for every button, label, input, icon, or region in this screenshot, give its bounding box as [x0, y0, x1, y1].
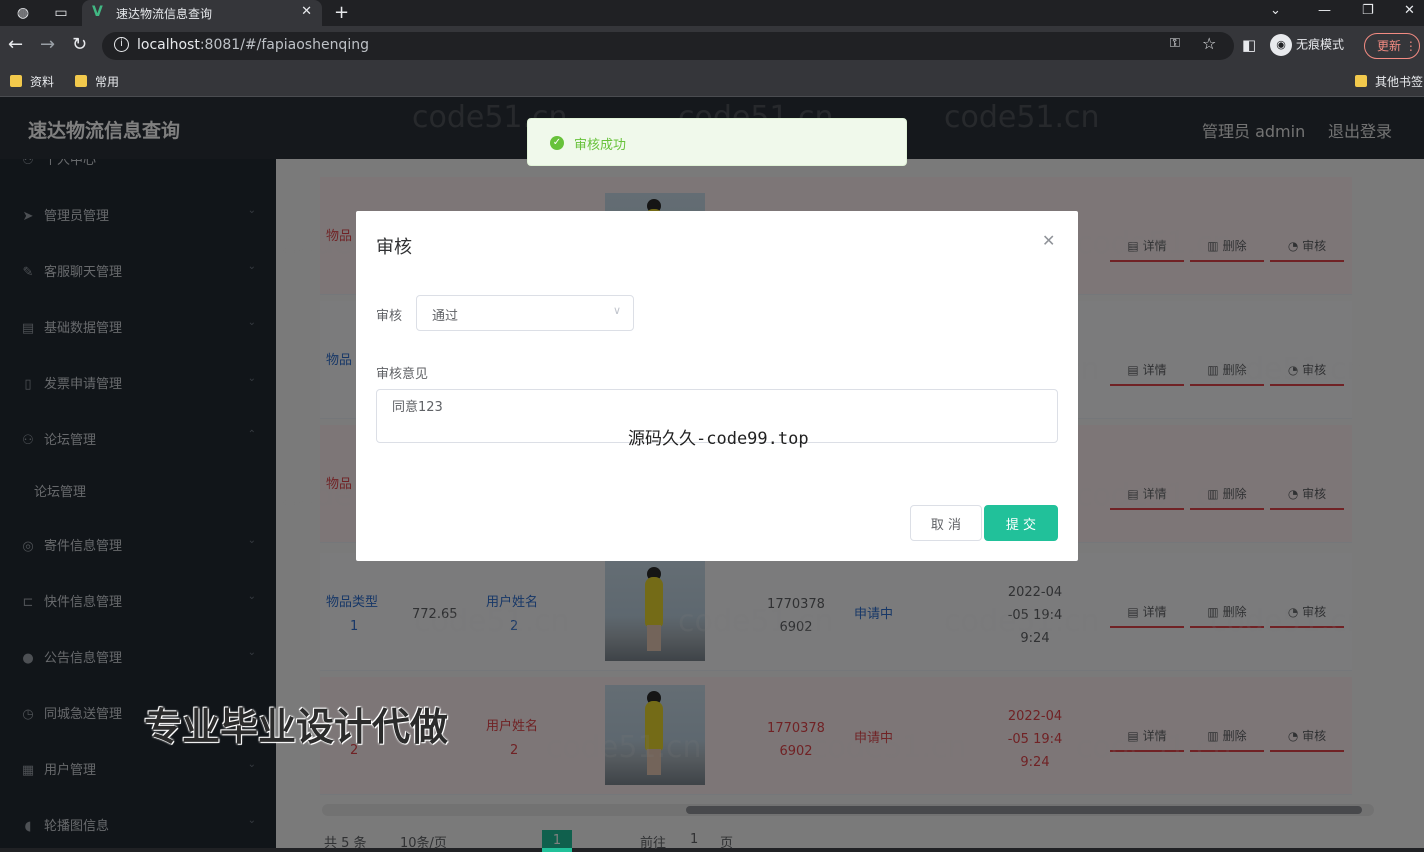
restore-icon[interactable]: ❐ [1362, 3, 1374, 18]
submit-button[interactable]: 提 交 [984, 505, 1058, 541]
overlay-text-ad: 专业毕业设计代做 [144, 705, 449, 749]
reload-icon[interactable]: ↻ [72, 35, 87, 55]
audit-select-value: 通过 [432, 309, 459, 324]
audit-select[interactable]: 通过 ∨ [416, 295, 634, 331]
incognito-label: 无痕模式 [1296, 37, 1345, 52]
chevron-down-icon[interactable]: ⌄ [1270, 3, 1281, 18]
incognito-indicator[interactable]: ◉ 无痕模式 [1270, 34, 1344, 56]
folder-icon [75, 75, 87, 87]
overlay-text-source: 源码久久-code99.top [628, 429, 809, 449]
url-text: localhost:8081/#/fapiaoshenqing [137, 37, 369, 53]
browser-tab[interactable]: V 速达物流信息查询 ✕ [82, 0, 322, 26]
url-path: :8081/#/fapiaoshenqing [199, 37, 369, 53]
update-label: 更新 [1377, 39, 1402, 53]
address-bar[interactable]: i localhost:8081/#/fapiaoshenqing ⚿ ☆ [102, 32, 1234, 60]
new-tab-icon[interactable]: + [334, 2, 349, 23]
cancel-button[interactable]: 取 消 [910, 505, 982, 541]
folder-icon [10, 75, 22, 87]
check-circle-icon: ✓ [550, 136, 564, 150]
chevron-down-icon: ∨ [612, 304, 621, 317]
opinion-label: 审核意见 [376, 367, 429, 382]
url-host: localhost [137, 37, 200, 53]
close-icon[interactable]: ✕ [1042, 231, 1055, 250]
tab-title: 速达物流信息查询 [116, 7, 213, 21]
browser-tab-bar: ◍ ▭ V 速达物流信息查询 ✕ + ⌄ — ❐ ✕ [0, 0, 1424, 26]
star-icon[interactable]: ☆ [1202, 34, 1216, 53]
info-icon[interactable]: i [114, 37, 129, 52]
update-button[interactable]: 更新 ⋮ [1364, 33, 1420, 59]
success-toast: ✓ 审核成功 [527, 118, 907, 166]
close-tab-icon[interactable]: ✕ [301, 4, 312, 19]
folder-icon [1355, 75, 1367, 87]
dialog-title: 审核 [376, 237, 412, 258]
browser-toolbar: ← → ↻ i localhost:8081/#/fapiaoshenqing … [0, 26, 1424, 66]
other-bookmarks[interactable]: 其他书签 [1355, 73, 1423, 90]
bookmark-folder[interactable]: 常用 [75, 73, 119, 90]
incognito-icon: ◉ [1270, 34, 1292, 56]
key-icon[interactable]: ⚿ [1170, 36, 1180, 51]
close-window-icon[interactable]: ✕ [1404, 3, 1415, 18]
bookmark-folder[interactable]: 资料 [10, 73, 54, 90]
vue-logo-icon: V [92, 4, 103, 20]
bookmark-label: 资料 [30, 75, 55, 89]
back-icon[interactable]: ← [8, 35, 23, 55]
audit-dialog: 审核 ✕ 审核 通过 ∨ 审核意见 同意123 取 消 提 交 [356, 211, 1078, 561]
sidepanel-icon[interactable]: ◧ [1242, 35, 1256, 55]
minimize-icon[interactable]: — [1318, 3, 1331, 18]
bookmarks-bar: 资料 常用 其他书签 [0, 66, 1424, 97]
toast-message: 审核成功 [574, 138, 627, 153]
audit-label: 审核 [376, 309, 403, 324]
bookmark-label: 常用 [95, 75, 120, 89]
globe-icon[interactable]: ◍ [14, 4, 32, 22]
other-bookmarks-label: 其他书签 [1375, 75, 1424, 89]
forward-icon[interactable]: → [40, 35, 55, 55]
window-icon[interactable]: ▭ [52, 4, 70, 22]
